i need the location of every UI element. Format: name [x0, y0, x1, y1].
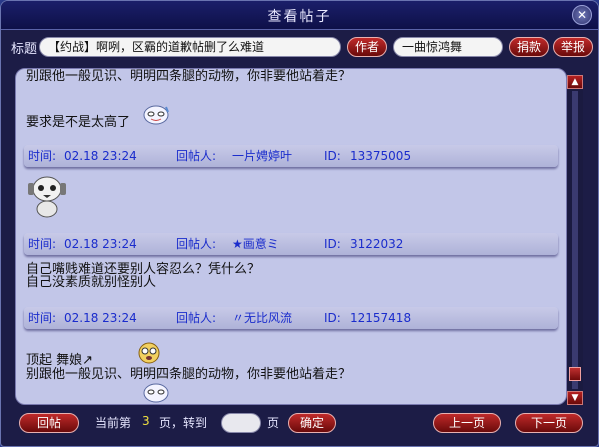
- donate-button[interactable]: 捐款: [509, 37, 549, 57]
- sweat-face-icon: [143, 383, 169, 403]
- scroll-up-icon[interactable]: ▲: [567, 75, 583, 89]
- title-bar[interactable]: 查看帖子 ✕: [1, 1, 598, 30]
- post-line: 自己没素质就别怪别人: [26, 275, 157, 290]
- robot-emoticon-icon: [28, 176, 66, 218]
- post-time: 02.18 23:24: [64, 311, 137, 325]
- post-line: 别跟他一般见识、明明四条腿的动物，你非要他站着走？: [26, 69, 352, 84]
- page-number-input[interactable]: [221, 413, 261, 433]
- prev-page-button[interactable]: 上一页: [433, 413, 501, 433]
- id-label: ID:: [324, 237, 341, 251]
- post-line: 要求是不是太高了: [26, 115, 131, 130]
- sweat-face-icon: [143, 105, 169, 125]
- close-icon[interactable]: ✕: [572, 5, 592, 25]
- report-button[interactable]: 举报: [553, 37, 593, 57]
- id-label: ID:: [324, 311, 341, 325]
- post-time: 02.18 23:24: [64, 149, 137, 163]
- reply-button[interactable]: 回帖: [19, 413, 79, 433]
- topic-title-field: 【约战】啊咧，区霸的道歉帖删了么难道: [39, 37, 341, 57]
- poster-id: 3122032: [350, 237, 404, 251]
- poster-name[interactable]: ★画意ミ: [232, 233, 279, 255]
- scroll-track[interactable]: [572, 91, 578, 389]
- goto-label: 页，转到: [159, 416, 208, 430]
- post-meta: 时间: 02.18 23:24 回帖人: 一片娉婷叶 ID: 13375005: [24, 145, 558, 167]
- time-label: 时间:: [28, 149, 57, 163]
- poster-name[interactable]: 一片娉婷叶: [232, 145, 292, 167]
- vertical-scrollbar[interactable]: ▲ ▼: [567, 75, 583, 405]
- poster-id: 12157418: [350, 311, 412, 325]
- author-name-field: 一曲惊鸿舞: [393, 37, 503, 57]
- poster-label: 回帖人:: [176, 311, 217, 325]
- id-label: ID:: [324, 149, 341, 163]
- poster-name[interactable]: 〃无比风流: [232, 307, 292, 329]
- shocked-face-icon: [138, 342, 160, 364]
- post-line: 别跟他一般见识、明明四条腿的动物，你非要他站着走？: [26, 367, 352, 382]
- page-suffix: 页: [267, 416, 280, 430]
- topic-label: 标题: [11, 42, 38, 57]
- post-viewer-window: 查看帖子 ✕ 标题 【约战】啊咧，区霸的道歉帖删了么难道 作者 一曲惊鸿舞 捐款…: [0, 0, 599, 447]
- topic-bar: 标题 【约战】啊咧，区霸的道歉帖删了么难道 作者 一曲惊鸿舞 捐款 举报: [1, 33, 598, 61]
- poster-id: 13375005: [350, 149, 412, 163]
- current-page-prefix: 当前第: [95, 416, 132, 430]
- time-label: 时间:: [28, 311, 57, 325]
- confirm-button[interactable]: 确定: [288, 413, 336, 433]
- next-page-button[interactable]: 下一页: [515, 413, 583, 433]
- post-list[interactable]: 别跟他一般见识、明明四条腿的动物，你非要他站着走？ 要求是不是太高了 时间: 0…: [15, 68, 567, 405]
- author-button[interactable]: 作者: [347, 37, 387, 57]
- poster-label: 回帖人:: [176, 237, 217, 251]
- scroll-thumb[interactable]: [569, 367, 581, 381]
- scroll-down-icon[interactable]: ▼: [567, 391, 583, 405]
- time-label: 时间:: [28, 237, 57, 251]
- current-page-number: 3: [142, 414, 150, 428]
- pagination-bar: 回帖 当前第 3 页，转到 页 确定 上一页 下一页: [1, 409, 598, 439]
- poster-label: 回帖人:: [176, 149, 217, 163]
- post-meta: 时间: 02.18 23:24 回帖人: 〃无比风流 ID: 12157418: [24, 307, 558, 329]
- post-meta: 时间: 02.18 23:24 回帖人: ★画意ミ ID: 3122032: [24, 233, 558, 255]
- window-title: 查看帖子: [267, 9, 332, 25]
- post-time: 02.18 23:24: [64, 237, 137, 251]
